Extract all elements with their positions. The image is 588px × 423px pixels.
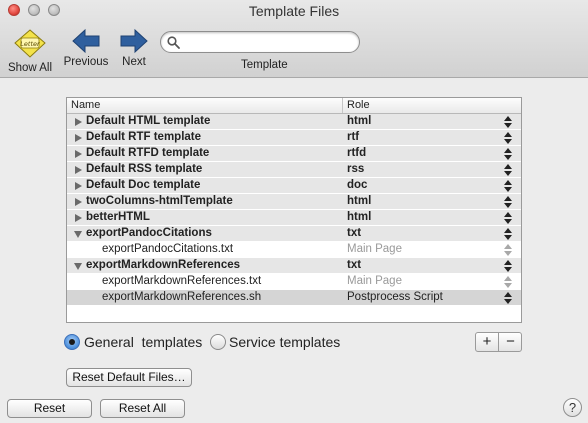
role-popup-arrows-icon[interactable]: [504, 180, 512, 195]
disclosure-open-icon[interactable]: [74, 263, 82, 270]
arrow-left-icon: [72, 28, 100, 54]
table-row[interactable]: twoColumns-htmlTemplate html: [67, 194, 521, 210]
row-name: exportMarkdownReferences: [86, 259, 241, 271]
general-templates-radio[interactable]: [64, 334, 80, 350]
column-header-role[interactable]: Role: [347, 99, 370, 111]
role-popup-arrows-icon[interactable]: [504, 148, 512, 163]
search-icon: [167, 36, 180, 49]
add-remove-control: + −: [475, 332, 522, 352]
table-row[interactable]: exportPandocCitations txt: [67, 226, 521, 242]
disclosure-closed-icon[interactable]: [75, 118, 82, 126]
row-name: exportPandocCitations.txt: [102, 243, 234, 255]
disclosure-closed-icon[interactable]: [75, 150, 82, 158]
table-row[interactable]: exportMarkdownReferences.txt Main Page: [67, 274, 521, 290]
row-role[interactable]: html: [347, 115, 371, 127]
search-input[interactable]: [160, 31, 360, 53]
row-name: exportMarkdownReferences.sh: [102, 291, 262, 303]
previous-button[interactable]: Previous: [62, 28, 110, 68]
previous-label: Previous: [63, 56, 109, 68]
row-role[interactable]: txt: [347, 259, 361, 271]
show-all-button[interactable]: Letter Show All: [4, 28, 56, 74]
table-row[interactable]: Default RTF template rtf: [67, 130, 521, 146]
role-popup-arrows-icon[interactable]: [504, 132, 512, 147]
row-role[interactable]: Main Page: [347, 243, 402, 255]
disclosure-closed-icon[interactable]: [75, 166, 82, 174]
row-role[interactable]: rtf: [347, 131, 359, 143]
role-popup-arrows-icon[interactable]: [504, 260, 512, 275]
search-label: Template: [241, 59, 288, 71]
table-body: Default HTML template html Default RTF tem…: [67, 114, 521, 306]
role-popup-arrows-icon[interactable]: [504, 244, 512, 259]
service-templates-radio[interactable]: [210, 334, 226, 350]
column-header-name[interactable]: Name: [71, 99, 100, 111]
general-templates-label[interactable]: General templates: [84, 334, 202, 350]
role-popup-arrows-icon[interactable]: [504, 196, 512, 211]
row-role[interactable]: html: [347, 211, 371, 223]
reset-button[interactable]: Reset: [7, 399, 92, 418]
reset-all-button[interactable]: Reset All: [100, 399, 185, 418]
window-toolbar: Template Files Letter Show All Previous …: [0, 0, 588, 78]
table-header: Name Role: [67, 98, 521, 114]
row-name: Default RTFD template: [86, 147, 210, 159]
disclosure-closed-icon[interactable]: [75, 198, 82, 206]
reset-default-files-button[interactable]: Reset Default Files…: [66, 368, 192, 387]
table-row[interactable]: Default RSS template rss: [67, 162, 521, 178]
next-button[interactable]: Next: [118, 28, 150, 68]
row-name: betterHTML: [86, 211, 150, 223]
table-row[interactable]: Default HTML template html: [67, 114, 521, 130]
show-all-label: Show All: [7, 62, 53, 74]
column-separator: [342, 98, 343, 113]
disclosure-closed-icon[interactable]: [75, 182, 82, 190]
row-name: Default RTF template: [86, 131, 202, 143]
table-row[interactable]: exportPandocCitations.txt Main Page: [67, 242, 521, 258]
letter-icon-text: Letter: [20, 40, 41, 48]
role-popup-arrows-icon[interactable]: [504, 292, 512, 307]
table-row[interactable]: Default Doc template doc: [67, 178, 521, 194]
role-popup-arrows-icon[interactable]: [504, 164, 512, 179]
row-name: exportPandocCitations: [86, 227, 212, 239]
add-button[interactable]: +: [476, 333, 499, 351]
table-row[interactable]: betterHTML html: [67, 210, 521, 226]
table-row[interactable]: Default RTFD template rtfd: [67, 146, 521, 162]
search-field: [160, 31, 360, 53]
role-popup-arrows-icon[interactable]: [504, 228, 512, 243]
disclosure-open-icon[interactable]: [74, 231, 82, 238]
row-role[interactable]: rss: [347, 163, 364, 175]
table-row[interactable]: exportMarkdownReferences.sh Postprocess S…: [67, 290, 521, 306]
row-name: exportMarkdownReferences.txt: [102, 275, 262, 287]
row-name: Default Doc template: [86, 179, 201, 191]
row-role[interactable]: doc: [347, 179, 367, 191]
letter-icon: Letter: [14, 29, 46, 58]
row-name: twoColumns-htmlTemplate: [86, 195, 233, 207]
role-popup-arrows-icon[interactable]: [504, 116, 512, 131]
role-popup-arrows-icon[interactable]: [504, 276, 512, 291]
template-files-table[interactable]: Name Role Default HTML template html Defau…: [66, 97, 522, 323]
row-role[interactable]: rtfd: [347, 147, 366, 159]
role-popup-arrows-icon[interactable]: [504, 212, 512, 227]
next-label: Next: [122, 56, 146, 68]
row-role[interactable]: txt: [347, 227, 361, 239]
disclosure-closed-icon[interactable]: [75, 134, 82, 142]
service-templates-label[interactable]: Service templates: [229, 334, 340, 350]
row-name: Default HTML template: [86, 115, 211, 127]
row-role[interactable]: Postprocess Script: [347, 291, 443, 303]
remove-button[interactable]: −: [499, 333, 522, 351]
table-row[interactable]: exportMarkdownReferences txt: [67, 258, 521, 274]
row-name: Default RSS template: [86, 163, 203, 175]
help-button[interactable]: ?: [563, 398, 582, 417]
arrow-right-icon: [120, 28, 148, 54]
row-role[interactable]: html: [347, 195, 371, 207]
window-title: Template Files: [248, 3, 340, 19]
disclosure-closed-icon[interactable]: [75, 214, 82, 222]
row-role[interactable]: Main Page: [347, 275, 402, 287]
